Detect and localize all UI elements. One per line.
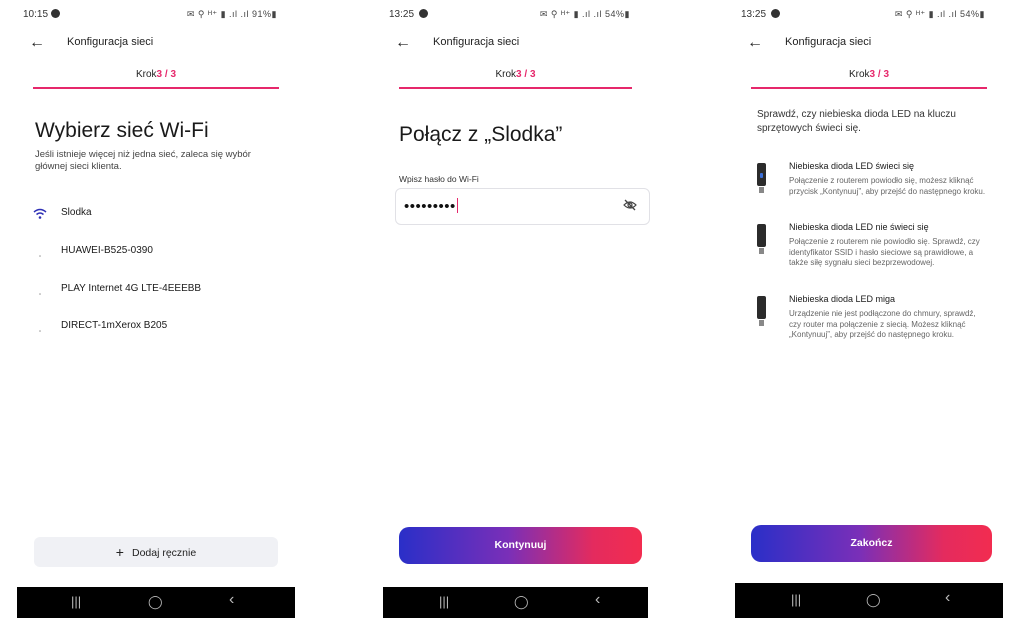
led-status-blinking: Niebieska dioda LED miga Urządzenie nie … <box>753 294 993 356</box>
finish-button[interactable]: Zakończ <box>751 525 992 562</box>
home-icon[interactable]: ◯ <box>514 594 529 610</box>
system-nav-bar: ||| ◯ ‹ <box>17 587 295 618</box>
led-status-title: Niebieska dioda LED miga <box>789 294 896 304</box>
wifi-weak-icon <box>39 330 41 332</box>
status-time: 13:25 <box>741 9 767 20</box>
add-manually-label: Dodaj ręcznie <box>131 547 197 559</box>
status-bar: 13:25 ✉ ⚲ ᴴ⁺ ▮ .ıl .ıl 54%▮ <box>735 9 1003 23</box>
network-name: HUAWEI-B525-0390 <box>61 245 153 256</box>
password-value: ••••••••• <box>404 198 458 215</box>
hide-password-icon[interactable] <box>623 199 637 211</box>
add-manually-button[interactable]: + Dodaj ręcznie <box>34 537 278 567</box>
network-item-slodka[interactable]: Slodka <box>33 204 279 226</box>
step-label: Krok <box>495 69 517 80</box>
step-indicator: Krok3 / 3 <box>17 69 295 80</box>
status-icons: ✉ ⚲ ᴴ⁺ ▮ .ıl .ıl 91%▮ <box>186 9 277 19</box>
progress-bar <box>399 87 632 89</box>
step-indicator: Krok3 / 3 <box>383 69 648 80</box>
step-indicator: Krok3 / 3 <box>735 69 1003 80</box>
progress-bar <box>751 87 987 89</box>
wifi-weak-icon <box>39 255 41 257</box>
step-label: Krok <box>848 69 870 80</box>
notification-dot-icon <box>51 9 60 18</box>
page-title: Konfiguracja sieci <box>785 36 872 48</box>
nav-back-icon[interactable]: ‹ <box>595 591 600 609</box>
notification-dot-icon <box>771 9 780 18</box>
usb-dongle-icon <box>757 224 766 254</box>
notification-dot-icon <box>419 9 428 18</box>
status-time: 13:25 <box>389 9 415 20</box>
status-icons: ✉ ⚲ ᴴ⁺ ▮ .ıl .ıl 54%▮ <box>539 9 630 19</box>
top-app-bar: ← Konfiguracja sieci <box>735 33 1003 55</box>
status-bar: 10:15 ✉ ⚲ ᴴ⁺ ▮ .ıl .ıl 91%▮ <box>17 9 295 23</box>
home-icon[interactable]: ◯ <box>866 592 881 608</box>
progress-bar <box>33 87 279 89</box>
led-status-desc: Połączenie z routerem powiodło się, może… <box>789 176 986 196</box>
led-status-title: Niebieska dioda LED nie świeci się <box>789 222 929 232</box>
page-title: Konfiguracja sieci <box>433 36 520 48</box>
status-icons: ✉ ⚲ ᴴ⁺ ▮ .ıl .ıl 54%▮ <box>894 9 985 19</box>
led-status-desc: Urządzenie nie jest podłączone do chmury… <box>789 309 976 339</box>
home-icon[interactable]: ◯ <box>148 594 163 610</box>
usb-dongle-icon <box>757 163 766 193</box>
screen-heading: Wybierz sieć Wi-Fi <box>35 119 209 142</box>
led-status-title: Niebieska dioda LED świeci się <box>789 161 915 171</box>
recents-icon[interactable]: ||| <box>439 594 449 609</box>
screen-heading: Połącz z „Slodka” <box>399 123 563 146</box>
led-status-off: Niebieska dioda LED nie świeci się Połąc… <box>753 222 993 288</box>
top-app-bar: ← Konfiguracja sieci <box>383 33 648 55</box>
back-arrow-icon[interactable]: ← <box>747 33 763 53</box>
nav-back-icon[interactable]: ‹ <box>945 589 950 607</box>
top-app-bar: ← Konfiguracja sieci <box>17 33 295 55</box>
screen-subtitle: Jeśli istnieje więcej niż jedna sieć, za… <box>35 149 251 172</box>
plus-icon: + <box>115 544 124 560</box>
led-light <box>760 173 763 178</box>
wifi-icon <box>33 208 47 219</box>
step-number: 3 / 3 <box>516 69 536 80</box>
status-time: 10:15 <box>23 9 49 20</box>
back-arrow-icon[interactable]: ← <box>395 33 411 53</box>
led-status-on: Niebieska dioda LED świeci się Połączeni… <box>753 161 993 211</box>
instruction-text: Sprawdź, czy niebieska dioda LED na kluc… <box>757 109 956 134</box>
text-cursor <box>456 198 458 213</box>
screen-connect-password: 13:25 ✉ ⚲ ᴴ⁺ ▮ .ıl .ıl 54%▮ ← Konfigurac… <box>383 0 650 618</box>
usb-dongle-icon <box>757 296 766 326</box>
password-field[interactable]: ••••••••• <box>395 188 650 225</box>
step-number: 3 / 3 <box>156 69 177 80</box>
network-name: PLAY Internet 4G LTE-4EEEBB <box>61 283 202 294</box>
page-title: Konfiguracja sieci <box>67 36 154 48</box>
step-label: Krok <box>135 69 157 80</box>
wifi-weak-icon <box>39 293 41 295</box>
status-bar: 13:25 ✉ ⚲ ᴴ⁺ ▮ .ıl .ıl 54%▮ <box>383 9 648 23</box>
step-number: 3 / 3 <box>869 69 890 80</box>
recents-icon[interactable]: ||| <box>71 594 81 609</box>
recents-icon[interactable]: ||| <box>791 592 801 607</box>
system-nav-bar: ||| ◯ ‹ <box>383 587 648 618</box>
led-status-desc: Połączenie z routerem nie powiodło się. … <box>789 237 980 267</box>
network-item-huawei[interactable]: HUAWEI-B525-0390 <box>33 242 279 264</box>
network-item-direct[interactable]: DIRECT-1mXerox B205 <box>33 317 279 339</box>
screen-select-wifi: 10:15 ✉ ⚲ ᴴ⁺ ▮ .ıl .ıl 91%▮ ← Konfigurac… <box>17 0 295 618</box>
network-name: Slodka <box>61 207 92 218</box>
network-item-play[interactable]: PLAY Internet 4G LTE-4EEEBB <box>33 280 279 302</box>
system-nav-bar: ||| ◯ ‹ <box>735 583 1003 618</box>
screen-check-led: 13:25 ✉ ⚲ ᴴ⁺ ▮ .ıl .ıl 54%▮ ← Konfigurac… <box>735 0 1003 618</box>
nav-back-icon[interactable]: ‹ <box>229 591 234 609</box>
back-arrow-icon[interactable]: ← <box>29 33 45 53</box>
password-field-label: Wpisz hasło do Wi-Fi <box>399 174 479 184</box>
continue-button[interactable]: Kontynuuj <box>399 527 642 564</box>
network-name: DIRECT-1mXerox B205 <box>61 320 168 331</box>
